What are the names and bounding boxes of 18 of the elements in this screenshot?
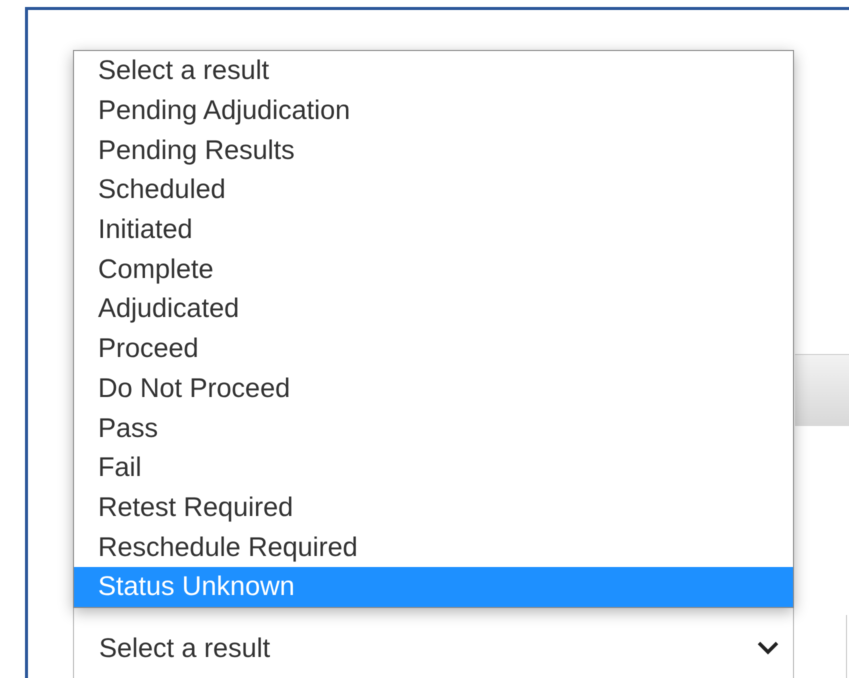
dropdown-option[interactable]: Pending Results xyxy=(74,130,793,170)
dropdown-option[interactable]: Reschedule Required xyxy=(74,527,793,567)
dropdown-option[interactable]: Pending Adjudication xyxy=(74,90,793,130)
dropdown-option[interactable]: Initiated xyxy=(74,210,793,250)
dropdown-option[interactable]: Retest Required xyxy=(74,488,793,528)
dropdown-option[interactable]: Scheduled xyxy=(74,170,793,210)
dropdown-option[interactable]: Complete xyxy=(74,249,793,290)
dropdown-option[interactable]: Adjudicated xyxy=(74,289,793,329)
dropdown-option[interactable]: Pass xyxy=(74,408,793,448)
dropdown-option[interactable]: Select a result xyxy=(74,51,793,91)
chevron-down-icon xyxy=(757,641,779,655)
result-select[interactable]: Select a result xyxy=(73,608,794,678)
dropdown-option[interactable]: Do Not Proceed xyxy=(74,368,793,408)
dropdown-option[interactable]: Proceed xyxy=(74,328,793,368)
field-border xyxy=(846,615,849,678)
select-value: Select a result xyxy=(99,632,270,666)
section-header-bar xyxy=(795,354,849,426)
dropdown-option[interactable]: Fail xyxy=(74,448,793,488)
